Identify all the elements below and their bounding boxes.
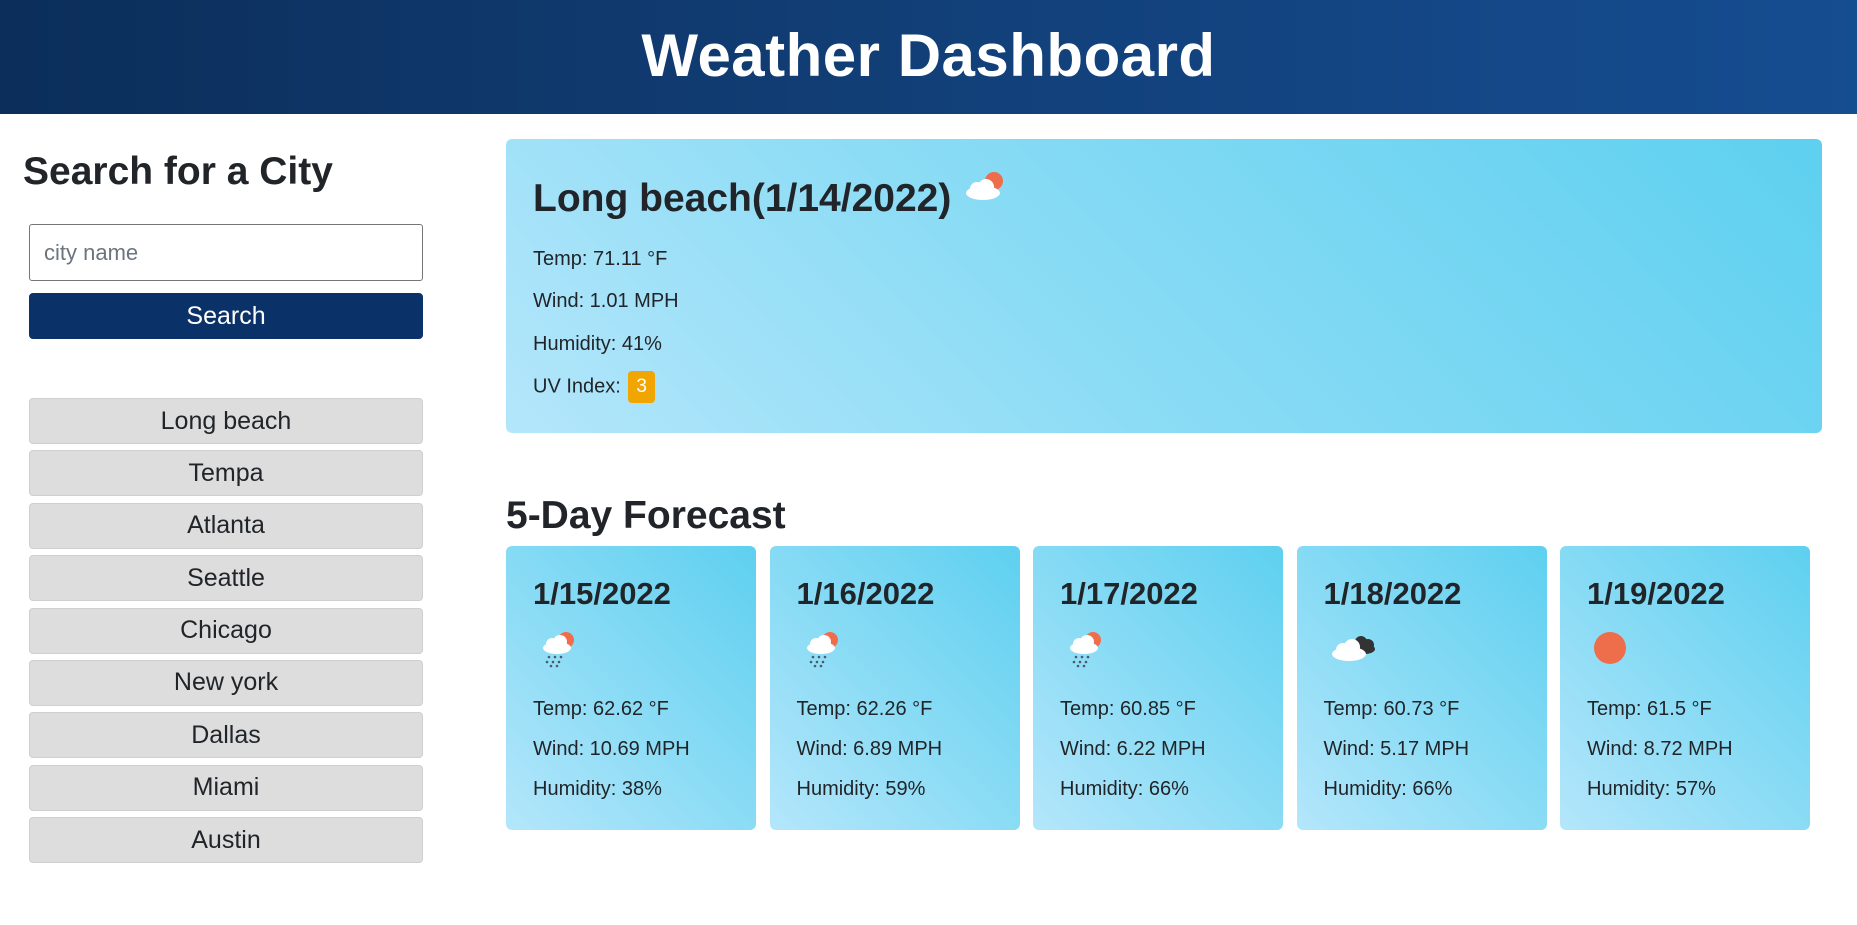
page-title: Weather Dashboard bbox=[641, 21, 1216, 89]
partly-cloudy-day-icon bbox=[961, 167, 1011, 212]
rain-sun-icon bbox=[538, 628, 582, 673]
current-wind: Wind: 1.01 MPH bbox=[533, 290, 679, 312]
forecast-humidity: Humidity: 57% bbox=[1587, 778, 1716, 800]
forecast-humidity: Humidity: 59% bbox=[796, 778, 926, 800]
rain-sun-icon bbox=[802, 628, 846, 673]
clear-sun-icon bbox=[1592, 628, 1636, 673]
current-city-date: Long beach(1/14/2022) bbox=[533, 177, 952, 220]
forecast-temp: Temp: 62.26 °F bbox=[796, 698, 933, 720]
forecast-card: 1/15/2022 Temp: 62.62 °F Wind: 10.69 MPH… bbox=[506, 546, 756, 830]
history-item-dallas[interactable]: Dallas bbox=[29, 712, 423, 759]
forecast-card: 1/17/2022 Temp: 60.85 °F Wind: 6.22 MPH … bbox=[1033, 546, 1283, 830]
forecast-date: 1/17/2022 bbox=[1060, 576, 1198, 611]
search-heading: Search for a City bbox=[23, 150, 333, 193]
forecast-card: 1/18/2022 Temp: 60.73 °F Wind: 5.17 MPH … bbox=[1296, 546, 1547, 830]
forecast-card: 1/16/2022 Temp: 62.26 °F Wind: 6.89 MPH … bbox=[769, 546, 1020, 830]
history-item-long-beach[interactable]: Long beach bbox=[29, 398, 423, 444]
forecast-temp: Temp: 61.5 °F bbox=[1587, 698, 1712, 720]
forecast-temp: Temp: 62.62 °F bbox=[533, 698, 669, 720]
forecast-date: 1/18/2022 bbox=[1323, 576, 1462, 611]
forecast-temp: Temp: 60.73 °F bbox=[1323, 698, 1460, 720]
uv-label: UV Index: bbox=[533, 375, 621, 398]
history-item-chicago[interactable]: Chicago bbox=[29, 607, 423, 654]
current-weather-card: Long beach(1/14/2022) Temp: 71.11 °F Win… bbox=[506, 139, 1822, 433]
history-item-seattle[interactable]: Seattle bbox=[29, 555, 423, 602]
forecast-wind: Wind: 6.89 MPH bbox=[796, 738, 943, 760]
forecast-wind: Wind: 6.22 MPH bbox=[1060, 738, 1206, 760]
forecast-temp: Temp: 60.85 °F bbox=[1060, 698, 1196, 720]
history-item-austin[interactable]: Austin bbox=[29, 817, 423, 864]
forecast-card: 1/19/2022 Temp: 61.5 °F Wind: 8.72 MPH H… bbox=[1560, 546, 1810, 830]
page-header: Weather Dashboard bbox=[0, 0, 1857, 114]
current-humidity: Humidity: 41% bbox=[533, 333, 662, 355]
current-title-row: Long beach(1/14/2022) bbox=[533, 172, 1795, 221]
forecast-wind: Wind: 8.72 MPH bbox=[1587, 738, 1733, 760]
forecast-humidity: Humidity: 66% bbox=[1060, 778, 1189, 800]
search-history-list: Long beach Tempa Atlanta Seattle Chicago… bbox=[29, 398, 423, 870]
forecast-wind: Wind: 5.17 MPH bbox=[1323, 738, 1470, 760]
city-search-input[interactable] bbox=[29, 224, 423, 281]
current-temp: Temp: 71.11 °F bbox=[533, 248, 668, 270]
broken-clouds-icon bbox=[1329, 628, 1381, 673]
forecast-date: 1/16/2022 bbox=[796, 576, 935, 611]
forecast-list: 1/15/2022 Temp: 62.62 °F Wind: 10.69 MPH… bbox=[506, 546, 1810, 830]
forecast-date: 1/15/2022 bbox=[533, 576, 671, 611]
current-uv: UV Index: 3 bbox=[533, 371, 655, 403]
uv-index-badge: 3 bbox=[628, 371, 655, 403]
history-item-new-york[interactable]: New york bbox=[29, 659, 423, 706]
history-item-atlanta[interactable]: Atlanta bbox=[29, 502, 423, 549]
forecast-wind: Wind: 10.69 MPH bbox=[533, 738, 690, 760]
search-button[interactable]: Search bbox=[29, 293, 423, 339]
rain-sun-icon bbox=[1065, 628, 1109, 673]
history-item-miami[interactable]: Miami bbox=[29, 764, 423, 811]
forecast-heading: 5-Day Forecast bbox=[506, 494, 786, 537]
forecast-humidity: Humidity: 66% bbox=[1323, 778, 1453, 800]
history-item-tempa[interactable]: Tempa bbox=[29, 450, 423, 497]
forecast-humidity: Humidity: 38% bbox=[533, 778, 662, 800]
forecast-date: 1/19/2022 bbox=[1587, 576, 1725, 611]
